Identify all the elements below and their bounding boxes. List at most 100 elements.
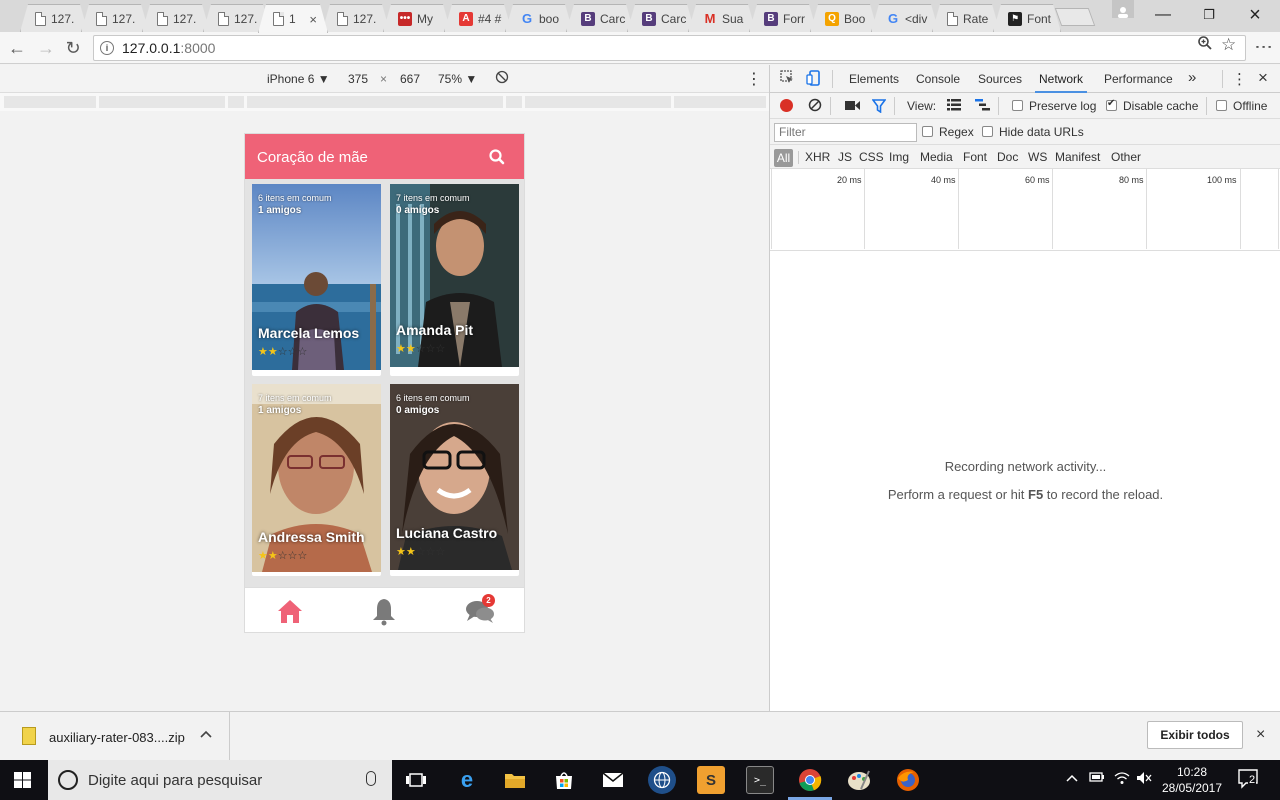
tab-performance[interactable]: Performance (1104, 72, 1173, 86)
bookmark-star-icon[interactable]: ☆ (1221, 35, 1236, 55)
filter-funnel-icon[interactable] (871, 99, 887, 116)
browser-tab[interactable]: 127. (20, 4, 88, 32)
device-height-field[interactable]: 667 (400, 72, 420, 86)
record-icon[interactable] (780, 99, 793, 112)
clear-icon[interactable] (808, 98, 822, 115)
type-filter-all[interactable]: All (774, 149, 793, 167)
media-query-segment[interactable] (99, 96, 225, 108)
media-query-segment[interactable] (247, 96, 503, 108)
rotate-icon[interactable] (495, 70, 509, 87)
filter-input[interactable]: Filter (774, 123, 917, 142)
zoom-icon[interactable] (1197, 35, 1213, 56)
type-filter-css[interactable]: CSS (859, 150, 884, 164)
type-filter-xhr[interactable]: XHR (805, 150, 830, 164)
store-icon[interactable] (550, 766, 578, 794)
media-query-segment[interactable] (4, 96, 96, 108)
mail-icon[interactable] (599, 766, 627, 794)
more-tabs-icon[interactable]: » (1188, 69, 1196, 86)
forward-arrow-icon[interactable]: → (34, 36, 58, 60)
terminal-icon[interactable]: >_ (746, 766, 774, 794)
volume-muted-icon[interactable] (1136, 771, 1152, 788)
reload-icon[interactable]: ↻ (61, 36, 85, 60)
home-icon[interactable] (275, 596, 305, 626)
browser-tab[interactable]: 127. (322, 4, 390, 32)
browser-tab[interactable]: ••• My (383, 4, 451, 32)
close-devtools-icon[interactable]: × (1258, 68, 1268, 88)
tab-sources[interactable]: Sources (978, 72, 1022, 86)
inspect-icon[interactable] (780, 70, 795, 88)
device-select[interactable]: iPhone 6 ▼ (267, 72, 330, 86)
profile-icon[interactable] (1112, 0, 1134, 18)
browser-tab[interactable]: B Carc (566, 4, 634, 32)
chrome-icon[interactable] (796, 766, 824, 794)
tab-elements[interactable]: Elements (849, 72, 899, 86)
media-query-segment[interactable] (674, 96, 766, 108)
large-rows-icon[interactable] (947, 99, 961, 114)
sublime-text-icon[interactable]: S (697, 766, 725, 794)
new-tab-button[interactable] (1054, 8, 1096, 26)
preserve-log-checkbox[interactable] (1012, 100, 1023, 111)
device-mode-icon[interactable] (806, 70, 821, 89)
browser-menu-icon[interactable]: ⋮ (1254, 38, 1274, 56)
profile-card[interactable]: 7 itens em comum 0 amigos Amanda Pit ★★☆… (390, 184, 519, 376)
waterfall-icon[interactable] (975, 99, 990, 114)
chevron-up-icon[interactable] (200, 726, 212, 742)
close-window-icon[interactable]: × (1233, 0, 1277, 30)
search-icon[interactable] (488, 148, 506, 166)
disable-cache-checkbox[interactable] (1106, 98, 1117, 111)
device-menu-icon[interactable]: ⋮ (746, 69, 762, 89)
browser-tab[interactable]: Q Boo (810, 4, 878, 32)
close-download-bar-icon[interactable]: × (1256, 726, 1265, 744)
type-filter-font[interactable]: Font (963, 150, 987, 164)
tab-console[interactable]: Console (916, 72, 960, 86)
device-width-field[interactable]: 375 (348, 72, 368, 86)
profile-card[interactable]: 6 itens em comum 1 amigos Marcela Lemos … (252, 184, 381, 376)
browser-tab[interactable]: B Forr (749, 4, 817, 32)
type-filter-ws[interactable]: WS (1028, 150, 1047, 164)
offline-checkbox[interactable] (1216, 100, 1227, 111)
browser-tab[interactable]: M Sua (688, 4, 756, 32)
windows-start-icon[interactable] (14, 772, 31, 788)
app-globe-icon[interactable] (648, 766, 676, 794)
back-arrow-icon[interactable]: ← (5, 36, 29, 60)
bell-icon[interactable] (369, 596, 399, 626)
browser-tab[interactable]: A #4 # (444, 4, 512, 32)
media-query-segment[interactable] (228, 96, 244, 108)
taskbar-search-box[interactable]: Digite aqui para pesquisar (48, 760, 392, 800)
download-item[interactable]: auxiliary-rater-083....zip (0, 712, 230, 760)
microphone-icon[interactable] (366, 771, 376, 786)
browser-tab[interactable]: G <div (871, 4, 939, 32)
devtools-menu-icon[interactable]: ⋮ (1232, 70, 1247, 88)
type-filter-img[interactable]: Img (889, 150, 909, 164)
address-bar[interactable]: i 127.0.0.1:8000 (93, 35, 1246, 61)
minimize-icon[interactable]: — (1141, 0, 1185, 30)
screenshot-camera-icon[interactable] (845, 100, 860, 114)
profile-card[interactable]: 7 itens em comum 1 amigos Andressa Smith… (252, 384, 381, 576)
hide-data-urls-checkbox[interactable] (982, 126, 993, 137)
paint-icon[interactable] (845, 766, 873, 794)
browser-tab-active[interactable]: 1 × (258, 4, 328, 33)
type-filter-other[interactable]: Other (1111, 150, 1141, 164)
show-all-downloads-button[interactable]: Exibir todos (1147, 721, 1243, 749)
browser-tab[interactable]: B Carc (627, 4, 695, 32)
battery-icon[interactable] (1089, 771, 1105, 786)
regex-checkbox[interactable] (922, 126, 933, 137)
firefox-icon[interactable] (894, 766, 922, 794)
type-filter-media[interactable]: Media (920, 150, 953, 164)
browser-tab[interactable]: Rate (932, 4, 1000, 32)
action-center-icon[interactable]: 2 (1238, 769, 1260, 789)
type-filter-doc[interactable]: Doc (997, 150, 1018, 164)
browser-tab[interactable]: 127. (81, 4, 149, 32)
system-clock[interactable]: 10:28 28/05/2017 (1158, 764, 1226, 796)
edge-icon[interactable]: e (453, 766, 481, 794)
browser-tab[interactable]: ⚑ Font (993, 4, 1061, 32)
zoom-select[interactable]: 75% ▼ (438, 72, 477, 86)
restore-icon[interactable]: ❐ (1187, 0, 1231, 30)
tab-network[interactable]: Network (1034, 72, 1088, 93)
type-filter-js[interactable]: JS (838, 150, 852, 164)
wifi-icon[interactable] (1114, 771, 1130, 788)
task-view-icon[interactable] (402, 766, 430, 794)
media-query-segment[interactable] (506, 96, 522, 108)
file-explorer-icon[interactable] (501, 766, 529, 794)
chevron-up-icon[interactable] (1066, 771, 1078, 786)
